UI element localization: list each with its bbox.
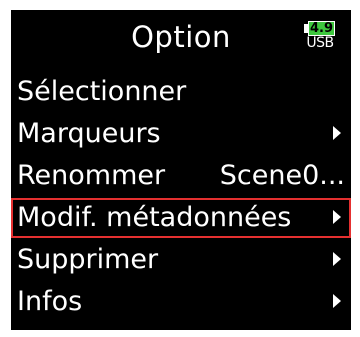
- menu-item-label: Modif. métadonnées: [17, 202, 292, 233]
- menu-item-renommer[interactable]: Renommer Scene0...: [11, 156, 351, 196]
- menu-item-label: Supprimer: [17, 244, 159, 275]
- menu-item-label: Sélectionner: [17, 76, 187, 107]
- menu-item-marqueurs[interactable]: Marqueurs: [11, 114, 351, 154]
- page-title: Option: [131, 20, 231, 54]
- battery-voltage: 4.9: [309, 21, 334, 36]
- menu-item-supprimer[interactable]: Supprimer: [11, 240, 351, 280]
- menu-item-label: Infos: [17, 286, 83, 317]
- device-screen: Option 4.9 USB Sélectionner Marqueurs Re…: [11, 10, 351, 330]
- menu-item-selectionner[interactable]: Sélectionner: [11, 72, 351, 112]
- menu-item-label: Renommer: [17, 160, 166, 191]
- menu-item-label: Marqueurs: [17, 118, 161, 149]
- chevron-right-icon: [333, 252, 341, 266]
- menu-item-infos[interactable]: Infos: [11, 282, 351, 322]
- chevron-right-icon: [333, 210, 341, 224]
- chevron-right-icon: [333, 294, 341, 308]
- chevron-right-icon: [333, 126, 341, 140]
- power-source-label: USB: [306, 35, 334, 51]
- option-menu: Sélectionner Marqueurs Renommer Scene0..…: [11, 72, 351, 324]
- header-bar: Option 4.9 USB: [11, 10, 351, 64]
- battery-indicator: 4.9 USB: [302, 21, 338, 51]
- menu-item-value: Scene0...: [219, 160, 345, 191]
- menu-item-modif-metadonnees[interactable]: Modif. métadonnées: [11, 198, 351, 238]
